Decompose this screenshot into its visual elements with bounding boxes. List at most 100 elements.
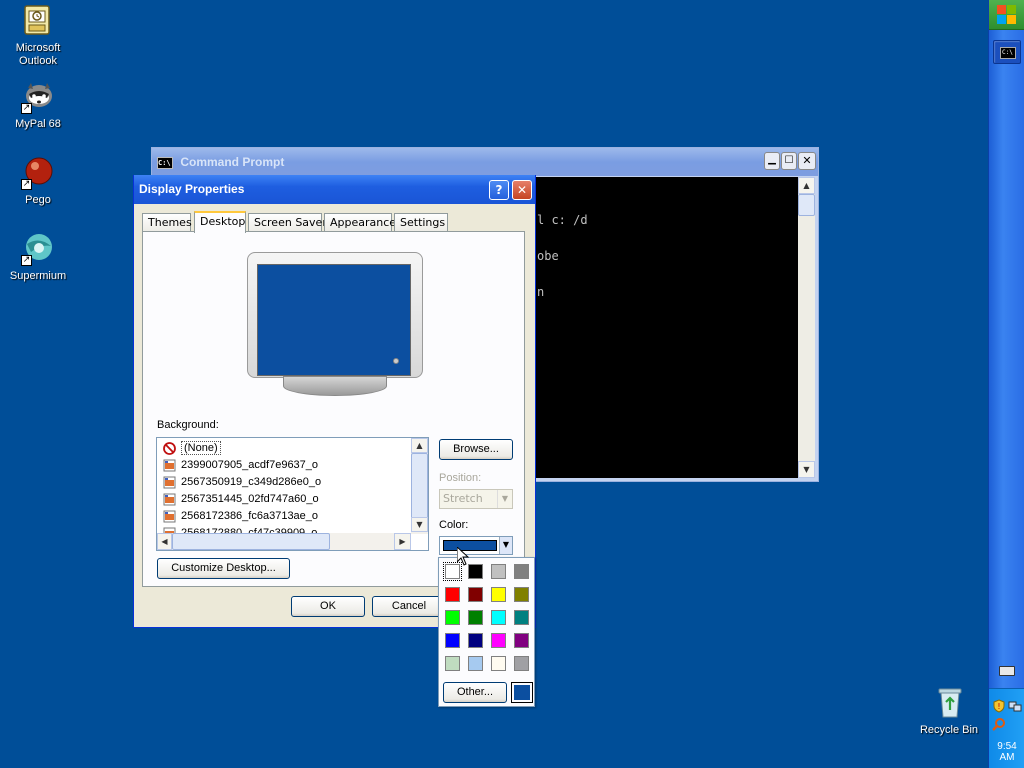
desktop: Microsoft Outlook ↗ MyPal 68 ↗ Pego ↗ Su… (0, 0, 988, 768)
scroll-down-arrow-icon[interactable]: ▼ (798, 461, 815, 478)
color-swatch[interactable] (445, 610, 460, 625)
tab-desktop[interactable]: Desktop (194, 211, 246, 233)
color-swatch[interactable] (491, 610, 506, 625)
list-item[interactable]: 2567351445_02fd747a60_o (163, 491, 319, 508)
list-item[interactable]: 2399007905_acdf7e9637_o (163, 457, 318, 474)
desktop-icon-label: Supermium (9, 270, 67, 282)
position-select: Stretch ▼ (439, 489, 513, 509)
network-icon[interactable] (1008, 699, 1022, 713)
pego-icon: ↗ (21, 156, 55, 190)
taskbar-item-command-prompt[interactable]: C:\ (993, 40, 1021, 64)
scrollbar-thumb[interactable] (172, 533, 330, 550)
desktop-icon-supermium[interactable]: ↗ Supermium (0, 232, 76, 283)
color-label: Color: (439, 519, 469, 531)
list-item[interactable]: 2567350919_c349d286e0_o (163, 474, 321, 491)
chevron-down-icon[interactable]: ▼ (499, 537, 512, 554)
color-picker-button[interactable]: ▼ (439, 536, 513, 555)
search-icon[interactable] (992, 717, 1006, 731)
color-swatch[interactable] (445, 633, 460, 648)
chevron-down-icon: ▼ (497, 490, 512, 508)
desktop-icon-label: Recycle Bin (919, 724, 979, 736)
color-swatch[interactable] (443, 562, 462, 581)
tab-settings[interactable]: Settings (394, 213, 448, 232)
clock[interactable]: 9:54 AM (989, 741, 1024, 763)
desktop-icon-mypal[interactable]: ↗ MyPal 68 (0, 80, 76, 131)
list-item-label: 2568172386_fc6a3713ae_o (181, 510, 319, 522)
color-swatch[interactable] (514, 587, 529, 602)
display-properties-titlebar[interactable]: Display Properties (134, 175, 535, 204)
minimize-button[interactable]: ▁ (764, 152, 780, 170)
color-swatch[interactable] (491, 564, 506, 579)
tab-themes[interactable]: Themes (142, 213, 192, 232)
selected-color-swatch (443, 540, 497, 551)
mypal-icon: ↗ (21, 80, 55, 114)
system-tray: ! 9:54 AM (989, 688, 1024, 768)
color-swatch[interactable] (514, 564, 529, 579)
start-button[interactable] (989, 0, 1024, 30)
desktop-icon-outlook[interactable]: Microsoft Outlook (0, 4, 76, 68)
color-swatch[interactable] (445, 587, 460, 602)
color-swatch[interactable] (445, 656, 460, 671)
image-file-icon (163, 510, 176, 523)
desktop-icon-label: MyPal 68 (15, 118, 61, 130)
close-button[interactable]: ✕ (512, 180, 532, 200)
monitor-preview (247, 252, 423, 400)
scroll-left-arrow-icon[interactable]: ◀ (157, 533, 172, 550)
customize-desktop-button[interactable]: Customize Desktop... (157, 558, 290, 579)
taskbar: C:\ ! 9:54 AM (988, 0, 1024, 768)
cancel-button[interactable]: Cancel (372, 596, 446, 617)
image-file-icon (163, 493, 176, 506)
window-title: Display Properties (139, 182, 245, 196)
maximize-button[interactable]: ☐ (781, 152, 797, 170)
color-swatch[interactable] (468, 633, 483, 648)
close-button[interactable]: ✕ (798, 152, 816, 170)
image-file-icon (163, 459, 176, 472)
browse-button[interactable]: Browse... (439, 439, 513, 460)
color-swatch[interactable] (514, 633, 529, 648)
scrollbar-thumb[interactable] (798, 194, 815, 216)
color-swatch[interactable] (468, 587, 483, 602)
color-swatch[interactable] (491, 587, 506, 602)
scroll-up-arrow-icon[interactable]: ▲ (411, 438, 428, 453)
listbox-vertical-scrollbar[interactable]: ▲ ▼ (411, 438, 428, 534)
tab-screen-saver[interactable]: Screen Saver (248, 213, 327, 232)
color-swatch[interactable] (468, 564, 483, 579)
scroll-right-arrow-icon[interactable]: ▶ (394, 533, 411, 550)
scroll-down-arrow-icon[interactable]: ▼ (411, 517, 428, 532)
list-item-label: 2567351445_02fd747a60_o (181, 493, 319, 505)
color-swatch[interactable] (491, 656, 506, 671)
console-line: l c: /d (537, 213, 588, 227)
list-item[interactable]: (None) (163, 440, 221, 457)
color-swatch[interactable] (468, 656, 483, 671)
window-title: Command Prompt (180, 155, 285, 169)
listbox-horizontal-scrollbar[interactable]: ◀ ▶ (157, 533, 411, 550)
help-button[interactable]: ? (489, 180, 509, 200)
color-swatch[interactable] (514, 656, 529, 671)
console-line: obe (537, 249, 559, 263)
tab-appearance[interactable]: Appearance (324, 213, 396, 232)
desktop-icon-pego[interactable]: ↗ Pego (0, 156, 76, 207)
list-item-label: 2567350919_c349d286e0_o (181, 476, 322, 488)
custom-color-fill (514, 685, 530, 700)
security-shield-icon[interactable]: ! (992, 699, 1006, 713)
other-color-button[interactable]: Other... (443, 682, 507, 703)
command-prompt-titlebar[interactable]: C:\ Command Prompt (152, 148, 818, 176)
color-swatch[interactable] (514, 610, 529, 625)
color-swatch[interactable] (468, 610, 483, 625)
vertical-scrollbar[interactable]: ▲ ▼ (798, 177, 815, 478)
keyboard-icon[interactable] (999, 666, 1015, 676)
shortcut-arrow-icon: ↗ (21, 255, 32, 266)
custom-color-swatch[interactable] (511, 682, 533, 703)
scroll-up-arrow-icon[interactable]: ▲ (798, 177, 815, 194)
recycle-bin-icon (932, 686, 966, 720)
list-item[interactable]: 2568172386_fc6a3713ae_o (163, 508, 318, 525)
color-palette-dropdown[interactable]: Other... (438, 557, 535, 707)
background-listbox[interactable]: (None) 2399007905_acdf7e9637_o 256735091… (156, 437, 429, 551)
none-icon (163, 442, 176, 455)
desktop-icon-label: Outlook (19, 55, 57, 67)
desktop-icon-recycle-bin[interactable]: Recycle Bin (911, 686, 987, 737)
ok-button[interactable]: OK (291, 596, 365, 617)
image-file-icon (163, 476, 176, 489)
color-swatch[interactable] (491, 633, 506, 648)
scrollbar-thumb[interactable] (411, 453, 428, 519)
